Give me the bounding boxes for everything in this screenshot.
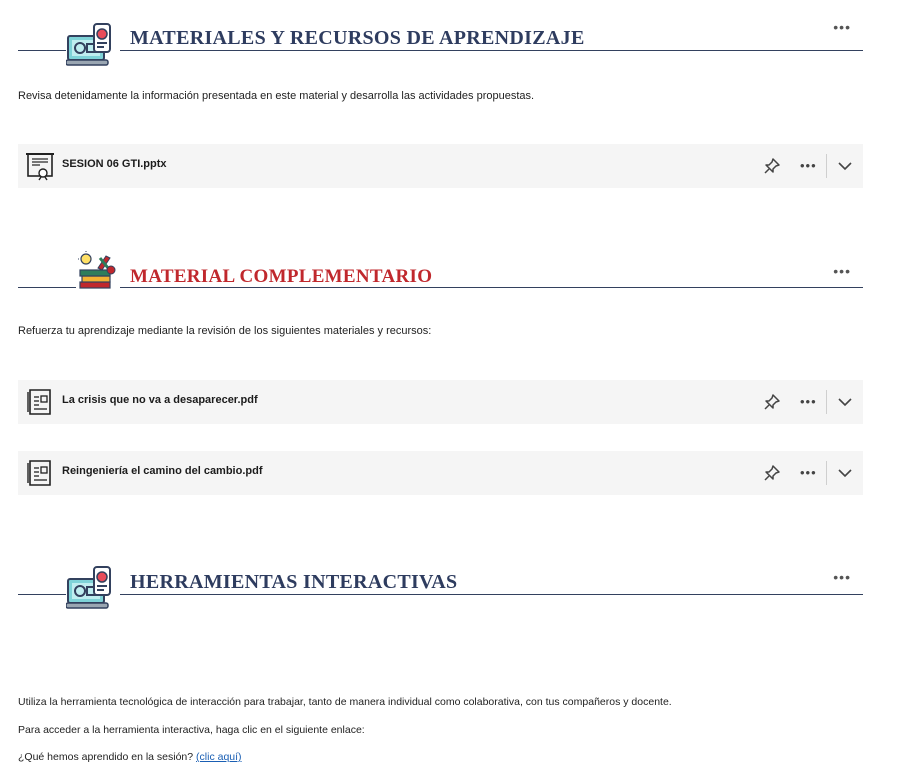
document-file-icon: [26, 458, 54, 488]
instruction-text: Para acceder a la herramienta interactiv…: [18, 724, 365, 736]
laptop-video-icon: [65, 565, 114, 611]
divider: [120, 287, 863, 288]
divider: [18, 50, 66, 51]
file-row[interactable]: SESION 06 GTI.pptx •••: [18, 144, 863, 188]
section-more-button[interactable]: •••: [833, 264, 851, 278]
divider: [18, 287, 76, 288]
file-more-button[interactable]: •••: [800, 157, 817, 175]
presentation-file-icon: [26, 151, 54, 181]
file-row[interactable]: La crisis que no va a desaparecer.pdf ••…: [18, 380, 863, 424]
section-title: MATERIAL COMPLEMENTARIO: [130, 266, 433, 287]
pin-icon[interactable]: [763, 393, 781, 411]
section-header-complementario: MATERIAL COMPLEMENTARIO •••: [18, 250, 863, 306]
file-more-button[interactable]: •••: [800, 464, 817, 482]
divider: [120, 50, 863, 51]
click-here-link[interactable]: (clic aquí): [196, 751, 242, 763]
divider: [826, 390, 827, 414]
file-more-button[interactable]: •••: [800, 393, 817, 411]
section-more-button[interactable]: •••: [833, 20, 851, 34]
laptop-video-icon: [65, 22, 114, 68]
chevron-down-icon[interactable]: [836, 393, 854, 411]
section-header-materiales: MATERIALES Y RECURSOS DE APRENDIZAJE •••: [18, 20, 863, 78]
file-row[interactable]: Reingeniería el camino del cambio.pdf ••…: [18, 451, 863, 495]
pin-icon[interactable]: [763, 157, 781, 175]
question-line: ¿Qué hemos aprendido en la sesión? (clic…: [18, 751, 242, 763]
section-title: MATERIALES Y RECURSOS DE APRENDIZAJE: [130, 27, 585, 49]
section-description: Revisa detenidamente la información pres…: [18, 90, 535, 102]
divider: [18, 594, 66, 595]
file-link[interactable]: La crisis que no va a desaparecer.pdf: [62, 394, 258, 406]
section-description: Refuerza tu aprendizaje mediante la revi…: [18, 325, 432, 337]
divider: [826, 461, 827, 485]
section-header-herramientas: HERRAMIENTAS INTERACTIVAS •••: [18, 565, 863, 621]
section-title: HERRAMIENTAS INTERACTIVAS: [130, 571, 458, 593]
instruction-text: Utiliza la herramienta tecnológica de in…: [18, 696, 672, 708]
file-link[interactable]: SESION 06 GTI.pptx: [62, 158, 167, 170]
question-text: ¿Qué hemos aprendido en la sesión?: [18, 751, 194, 763]
divider: [826, 154, 827, 178]
books-idea-icon: [76, 250, 118, 294]
document-file-icon: [26, 387, 54, 417]
chevron-down-icon[interactable]: [836, 464, 854, 482]
pin-icon[interactable]: [763, 464, 781, 482]
divider: [120, 594, 863, 595]
chevron-down-icon[interactable]: [836, 157, 854, 175]
file-link[interactable]: Reingeniería el camino del cambio.pdf: [62, 465, 263, 477]
section-more-button[interactable]: •••: [833, 570, 851, 584]
